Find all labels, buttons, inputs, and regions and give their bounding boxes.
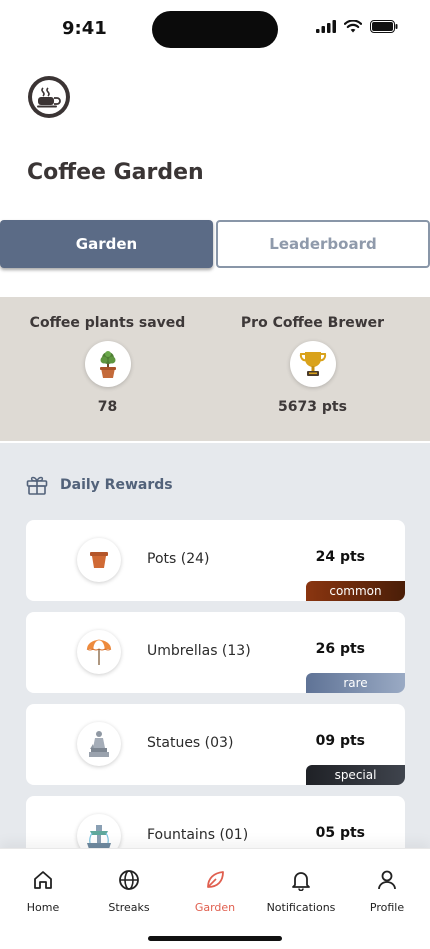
nav-streaks[interactable]: Streaks <box>86 867 172 914</box>
trophy-icon <box>289 341 336 387</box>
reward-card-umbrellas[interactable]: Umbrellas (13) 26 pts rare <box>26 612 405 693</box>
umbrella-icon <box>77 630 121 674</box>
reward-name: Umbrellas (13) <box>147 643 251 659</box>
reward-points: 05 pts <box>315 825 365 841</box>
tab-garden[interactable]: Garden <box>0 220 213 268</box>
stat-pro-brewer: Pro Coffee Brewer 5673 pts <box>205 297 420 415</box>
reward-name: Pots (24) <box>147 551 210 567</box>
gift-icon <box>26 476 48 495</box>
stat-value: 78 <box>97 399 118 415</box>
pot-icon <box>77 538 121 582</box>
dynamic-island <box>152 11 278 48</box>
status-bar: 9:41 <box>0 0 430 60</box>
nav-home[interactable]: Home <box>0 867 86 914</box>
person-icon <box>378 870 396 890</box>
cellular-signal-icon <box>316 20 336 33</box>
leaf-icon <box>207 871 224 888</box>
stat-label: Pro Coffee Brewer <box>240 315 385 331</box>
home-indicator[interactable] <box>148 936 282 941</box>
nav-label: Home <box>26 901 60 914</box>
reward-points: 26 pts <box>315 641 365 657</box>
globe-icon <box>119 870 139 890</box>
stat-value: 5673 pts <box>278 399 347 415</box>
nav-label: Garden <box>194 901 236 914</box>
home-icon <box>34 871 52 889</box>
nav-label: Profile <box>369 901 405 914</box>
battery-icon <box>370 20 398 33</box>
page-title: Coffee Garden <box>27 160 204 185</box>
app-screen: 9:41 Coffee Garden Garden Leaderboard Co… <box>0 0 430 949</box>
reward-points: 24 pts <box>315 549 365 565</box>
reward-card-pots[interactable]: Pots (24) 24 pts common <box>26 520 405 601</box>
status-icons <box>316 20 398 33</box>
stat-plants-saved: Coffee plants saved 78 <box>0 297 215 415</box>
reward-name: Statues (03) <box>147 735 234 751</box>
nav-label: Notifications <box>266 901 336 914</box>
reward-name: Fountains (01) <box>147 827 249 843</box>
potted-tree-icon <box>84 341 131 387</box>
nav-garden[interactable]: Garden <box>172 867 258 914</box>
daily-rewards-header: Daily Rewards <box>26 475 173 495</box>
rarity-badge: common <box>306 581 405 601</box>
daily-rewards-title: Daily Rewards <box>60 477 173 493</box>
rarity-badge: rare <box>306 673 405 693</box>
tab-leaderboard[interactable]: Leaderboard <box>216 220 430 268</box>
reward-points: 09 pts <box>315 733 365 749</box>
bottom-nav: Home Streaks Garden Notifications Profil… <box>0 848 430 949</box>
nav-label: Streaks <box>108 901 150 914</box>
wifi-icon <box>344 20 362 33</box>
coffee-logo <box>28 76 70 118</box>
reward-card-statues[interactable]: Statues (03) 09 pts special <box>26 704 405 785</box>
nav-notifications[interactable]: Notifications <box>258 867 344 914</box>
coffee-cup-icon <box>37 87 61 108</box>
bell-icon <box>292 872 310 891</box>
statue-icon <box>77 722 121 766</box>
stat-label: Coffee plants saved <box>29 315 186 331</box>
status-time: 9:41 <box>62 18 107 39</box>
rarity-badge: special <box>306 765 405 785</box>
stats-panel: Coffee plants saved 78 Pro Coffee Brewer <box>0 297 430 441</box>
nav-profile[interactable]: Profile <box>344 867 430 914</box>
